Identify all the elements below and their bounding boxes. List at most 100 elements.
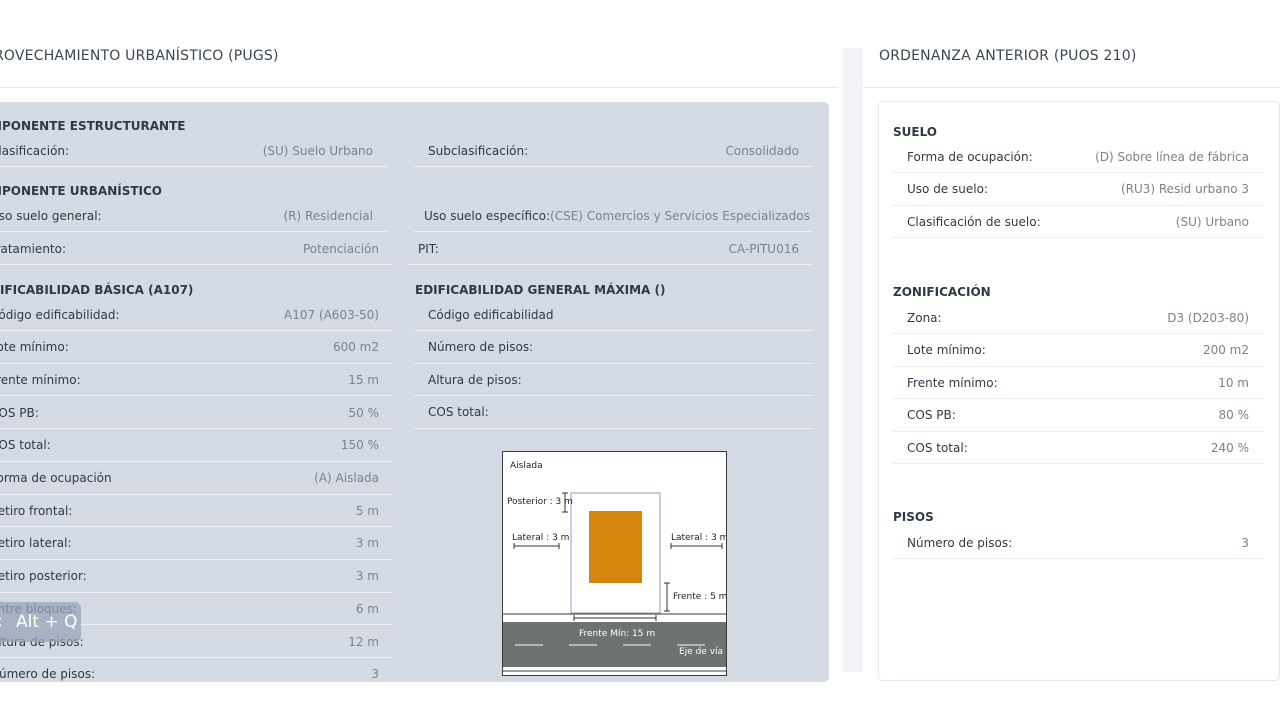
row-label: Forma de ocupación	[0, 471, 112, 485]
row-label: Clasificación de suelo:	[907, 214, 1041, 229]
row-label: COS total:	[428, 405, 489, 419]
row-subclasificacion: Subclasificación: Consolidado	[414, 135, 813, 167]
row-uso-general: Uso suelo general: (R) Residencial	[0, 200, 387, 232]
value: Consolidado	[725, 143, 799, 158]
row-label: Retiro lateral:	[0, 536, 72, 551]
row-clasificacion: Clasificación: (SU) Suelo Urbano	[0, 135, 387, 167]
building-footprint	[589, 511, 642, 583]
row-value: 15 m	[348, 372, 379, 387]
info-row: Clasificación de suelo: (SU) Urbano	[893, 206, 1263, 239]
alt-q-shortcut-button[interactable]: Alt + Q	[0, 602, 81, 642]
row-label: Código edificabilidad:	[0, 307, 120, 322]
info-row: Retiro frontal: 5 m	[0, 495, 393, 528]
row-label: Código edificabilidad	[428, 307, 554, 322]
row-value: 3 m	[355, 569, 379, 584]
info-row: Frente mínimo: 15 m	[0, 364, 393, 397]
row-value: 5 m	[355, 503, 379, 518]
divider	[0, 87, 838, 88]
row-label: Zona:	[907, 310, 942, 325]
frente-min-label: Frente Mín: 15 m	[579, 629, 655, 639]
pugs-panel-title: ROVECHAMIENTO URBANÍSTICO (PUGS)	[0, 48, 279, 64]
info-row: COS PB: 50 %	[0, 397, 393, 430]
eje-label: Eje de vía	[679, 647, 723, 657]
row-value: D3 (D203-80)	[1167, 310, 1249, 325]
info-row: COS total:	[414, 397, 813, 429]
info-row: Número de pisos: 3	[0, 659, 393, 682]
row-label: Número de pisos:	[428, 340, 534, 354]
row-label: Forma de ocupación:	[907, 149, 1033, 164]
info-row: Código edificabilidad: A107 (A603-50)	[0, 299, 393, 331]
section-title-general: EDIFICABILIDAD GENERAL MÁXIMA ()	[415, 283, 666, 297]
arrow-left-icon	[0, 617, 2, 627]
value: CA-PITU016	[728, 241, 799, 256]
info-row: Altura de pisos:	[414, 364, 813, 396]
info-row: Lote mínimo: 200 m2	[893, 335, 1263, 367]
info-row: Forma de ocupación (A) Aislada	[0, 463, 393, 495]
row-value: 600 m2	[332, 340, 379, 355]
info-row: Zona: D3 (D203-80)	[893, 302, 1263, 334]
info-row: Uso de suelo: (RU3) Resid urbano 3	[893, 174, 1263, 206]
row-value: 3	[1241, 535, 1249, 550]
ocupacion-diagram: Aislada Posterior : 3 m Lateral : 3 m La…	[502, 451, 727, 676]
diagram-title: Aislada	[510, 461, 543, 471]
info-row: Retiro lateral: 3 m	[0, 528, 393, 560]
row-value: 200 m2	[1202, 343, 1249, 358]
row-label: COS PB:	[907, 408, 956, 423]
info-row: Forma de ocupación: (D) Sobre línea de fá…	[893, 141, 1263, 173]
ocupacion-diagram-svg: Aislada Posterior : 3 m Lateral : 3 m La…	[503, 461, 727, 672]
info-row: Lote mínimo: 600 m2	[0, 332, 393, 364]
row-label: Frente mínimo:	[907, 375, 998, 390]
label: Tratamiento:	[0, 241, 67, 256]
row-value: (D) Sobre línea de fábrica	[1095, 149, 1249, 164]
row-label: COS total:	[0, 438, 51, 453]
value: (SU) Suelo Urbano	[262, 143, 373, 158]
section-title-estructurante: MPONENTE ESTRUCTURANTE	[0, 119, 186, 133]
panel-separator	[843, 48, 863, 672]
section-title-basica: DIFICABILIDAD BÁSICA (A107)	[0, 283, 194, 297]
label: Uso suelo general:	[0, 208, 102, 223]
label: Subclasificación:	[428, 143, 529, 158]
row-label: Lote mínimo:	[907, 343, 986, 358]
row-value: A107 (A603-50)	[283, 307, 379, 322]
puos-panel-title: ORDENANZA ANTERIOR (PUOS 210)	[879, 48, 1137, 64]
row-value: 50 %	[348, 405, 380, 420]
row-value: (SU) Urbano	[1175, 214, 1249, 229]
section-title-pisos: PISOS	[893, 510, 934, 524]
row-value: 3 m	[355, 536, 379, 551]
row-value: 12 m	[348, 634, 379, 649]
section-title-urbanistico: MPONENTE URBANÍSTICO	[0, 184, 163, 198]
row-value: (RU3) Resid urbano 3	[1120, 182, 1249, 197]
label: Uso suelo específico:	[424, 208, 551, 223]
section-title-zonificacion: ZONIFICACIÓN	[893, 285, 991, 299]
row-value: (A) Aislada	[314, 471, 379, 485]
row-value: 150 %	[340, 438, 379, 453]
row-tratamiento: Tratamiento: Potenciación	[0, 233, 393, 265]
info-row: Retiro posterior: 3 m	[0, 561, 393, 593]
row-value: 240 %	[1210, 440, 1249, 455]
row-label: Lote mínimo:	[0, 340, 69, 355]
row-value: 3	[371, 667, 379, 682]
lateral-right-label: Lateral : 3 m	[671, 533, 727, 543]
row-value: 10 m	[1218, 375, 1249, 390]
section-title-suelo: SUELO	[893, 125, 938, 139]
row-label: COS total:	[907, 440, 968, 455]
info-row: COS PB: 80 %	[893, 400, 1263, 432]
row-label: Retiro posterior:	[0, 569, 87, 584]
label: Clasificación:	[0, 143, 70, 158]
row-label: Altura de pisos:	[428, 372, 522, 387]
row-label: Frente mínimo:	[0, 372, 81, 387]
info-row: COS total: 150 %	[0, 430, 393, 462]
divider	[863, 87, 1280, 88]
info-row: Número de pisos:	[414, 332, 813, 364]
frente-label: Frente : 5 m	[673, 592, 727, 602]
page: ROVECHAMIENTO URBANÍSTICO (PUGS) MPONENT…	[0, 0, 1280, 720]
info-row: Número de pisos: 3	[893, 527, 1263, 559]
value: (CSE) Comercios y Servicios Especializad…	[550, 208, 810, 223]
value: Potenciación	[302, 241, 379, 256]
label: PIT:	[418, 241, 439, 256]
row-label: Uso de suelo:	[907, 182, 988, 197]
row-label: Número de pisos:	[0, 667, 96, 682]
lateral-left-label: Lateral : 3 m	[512, 533, 569, 543]
info-row: Código edificabilidad	[414, 299, 813, 331]
value: (R) Residencial	[283, 208, 373, 223]
